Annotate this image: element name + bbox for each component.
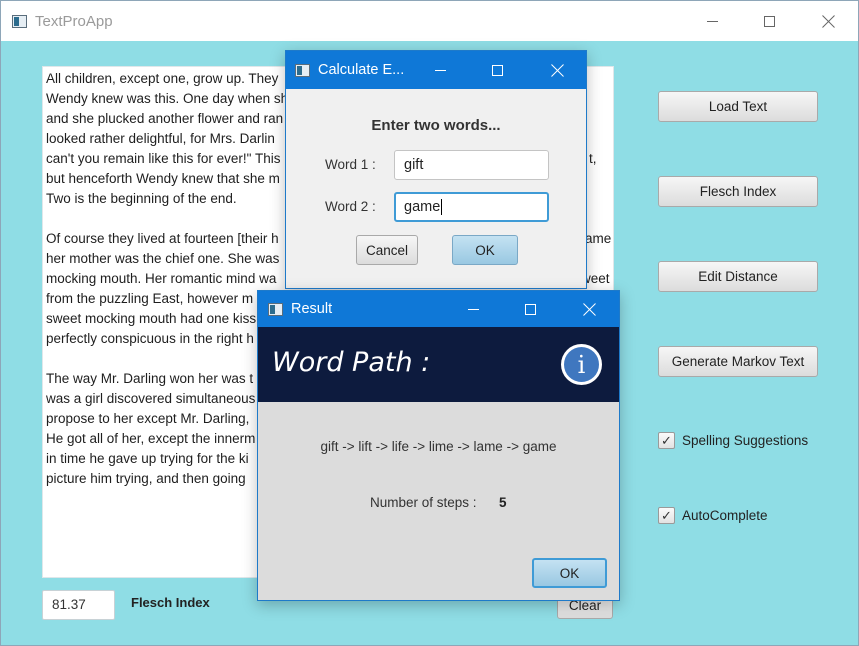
spelling-suggestions-label: Spelling Suggestions bbox=[682, 433, 809, 448]
text-line: All children, except one, grow up. They bbox=[46, 71, 279, 86]
text-line: looked rather delightful, for Mrs. Darli… bbox=[46, 131, 275, 146]
text-line: Of course they lived at fourteen [their … bbox=[46, 231, 279, 246]
checkmark-icon[interactable]: ✓ bbox=[658, 432, 675, 449]
spelling-suggestions-checkbox[interactable]: ✓ Spelling Suggestions bbox=[658, 432, 808, 449]
info-icon-glyph: i bbox=[564, 347, 599, 382]
word-path-text: gift -> lift -> life -> lime -> lame -> … bbox=[320, 439, 557, 454]
close-icon bbox=[583, 303, 596, 316]
maximize-icon bbox=[524, 303, 536, 315]
result-dialog-titlebar[interactable]: Result bbox=[258, 291, 619, 327]
close-icon bbox=[822, 15, 835, 28]
text-line: Wendy knew was this. One day when sh bbox=[46, 91, 289, 106]
cancel-button[interactable]: Cancel bbox=[356, 235, 418, 265]
dialog-header-text: Enter two words... bbox=[371, 117, 501, 134]
dialog-minimize-button[interactable] bbox=[417, 51, 463, 89]
result-minimize-button[interactable] bbox=[450, 291, 496, 327]
main-window-title: TextProApp bbox=[35, 12, 113, 30]
text-line: and she plucked another flower and ran bbox=[46, 111, 284, 126]
text-caret bbox=[441, 199, 443, 216]
text-fragment: t, bbox=[589, 151, 597, 166]
minimize-button[interactable] bbox=[689, 1, 735, 41]
word-path-heading: Word Path : bbox=[272, 347, 431, 378]
minimize-icon bbox=[706, 20, 718, 22]
autocomplete-label: AutoComplete bbox=[682, 508, 768, 523]
text-line: can't you remain like this for ever!" Th… bbox=[46, 151, 281, 166]
calculate-dialog-title: Calculate E... bbox=[318, 62, 405, 78]
word2-value: game bbox=[404, 199, 441, 215]
checkmark-icon[interactable]: ✓ bbox=[658, 507, 675, 524]
minimize-icon bbox=[467, 308, 479, 310]
text-line: The way Mr. Darling won her was t bbox=[46, 371, 254, 386]
autocomplete-checkbox[interactable]: ✓ AutoComplete bbox=[658, 507, 768, 524]
steps-label: Number of steps : bbox=[370, 495, 477, 510]
text-line: propose to her except Mr. Darling, bbox=[46, 411, 250, 426]
text-line: but henceforth Wendy knew that she m bbox=[46, 171, 280, 186]
text-line: picture him trying, and then going bbox=[46, 471, 246, 486]
main-titlebar[interactable]: TextProApp bbox=[1, 1, 858, 41]
text-line: from the puzzling East, however m bbox=[46, 291, 254, 306]
flesch-value-field[interactable]: 81.37 bbox=[42, 590, 115, 620]
word1-label: Word 1 : bbox=[325, 157, 376, 172]
result-app-icon bbox=[268, 302, 283, 316]
maximize-icon bbox=[763, 15, 775, 27]
dialog-app-icon bbox=[295, 63, 310, 77]
text-line: Two is the beginning of the end. bbox=[46, 191, 237, 206]
app-icon bbox=[12, 14, 27, 28]
dialog-ok-button[interactable]: OK bbox=[452, 235, 518, 265]
edit-distance-button[interactable]: Edit Distance bbox=[658, 261, 818, 292]
calculate-dialog: Calculate E... Enter two words... Word 1… bbox=[285, 50, 587, 289]
text-line: her mother was the chief one. She was bbox=[46, 251, 280, 266]
text-line: sweet mocking mouth had one kiss bbox=[46, 311, 257, 326]
flesch-index-button[interactable]: Flesch Index bbox=[658, 176, 818, 207]
minimize-icon bbox=[434, 69, 446, 71]
result-close-button[interactable] bbox=[566, 291, 612, 327]
word2-field[interactable]: game bbox=[394, 192, 549, 222]
result-dialog-title: Result bbox=[291, 301, 333, 317]
calculate-dialog-titlebar[interactable]: Calculate E... bbox=[286, 51, 586, 89]
flesch-index-label: Flesch Index bbox=[131, 595, 210, 610]
text-line: in time he gave up trying for the ki bbox=[46, 451, 249, 466]
result-banner: Word Path : i bbox=[258, 327, 619, 402]
info-icon: i bbox=[561, 344, 602, 385]
word1-field[interactable]: gift bbox=[394, 150, 549, 180]
load-text-button[interactable]: Load Text bbox=[658, 91, 818, 122]
text-line: perfectly conspicuous in the right h bbox=[46, 331, 254, 346]
word2-label: Word 2 : bbox=[325, 199, 376, 214]
dialog-maximize-button[interactable] bbox=[474, 51, 520, 89]
result-dialog: Result Word Path : i gift -> lift -> lif… bbox=[257, 290, 620, 601]
result-maximize-button[interactable] bbox=[507, 291, 553, 327]
close-button[interactable] bbox=[805, 1, 851, 41]
steps-value: 5 bbox=[499, 495, 507, 510]
text-line: mocking mouth. Her romantic mind wa bbox=[46, 271, 277, 286]
result-ok-button[interactable]: OK bbox=[532, 558, 607, 588]
close-icon bbox=[551, 64, 564, 77]
maximize-icon bbox=[491, 64, 503, 76]
generate-markov-button[interactable]: Generate Markov Text bbox=[658, 346, 818, 377]
text-line: was a girl discovered simultaneous bbox=[46, 391, 256, 406]
maximize-button[interactable] bbox=[746, 1, 792, 41]
text-line: He got all of her, except the innerm bbox=[46, 431, 256, 446]
text-fragment: ame bbox=[585, 231, 612, 246]
dialog-close-button[interactable] bbox=[534, 51, 580, 89]
